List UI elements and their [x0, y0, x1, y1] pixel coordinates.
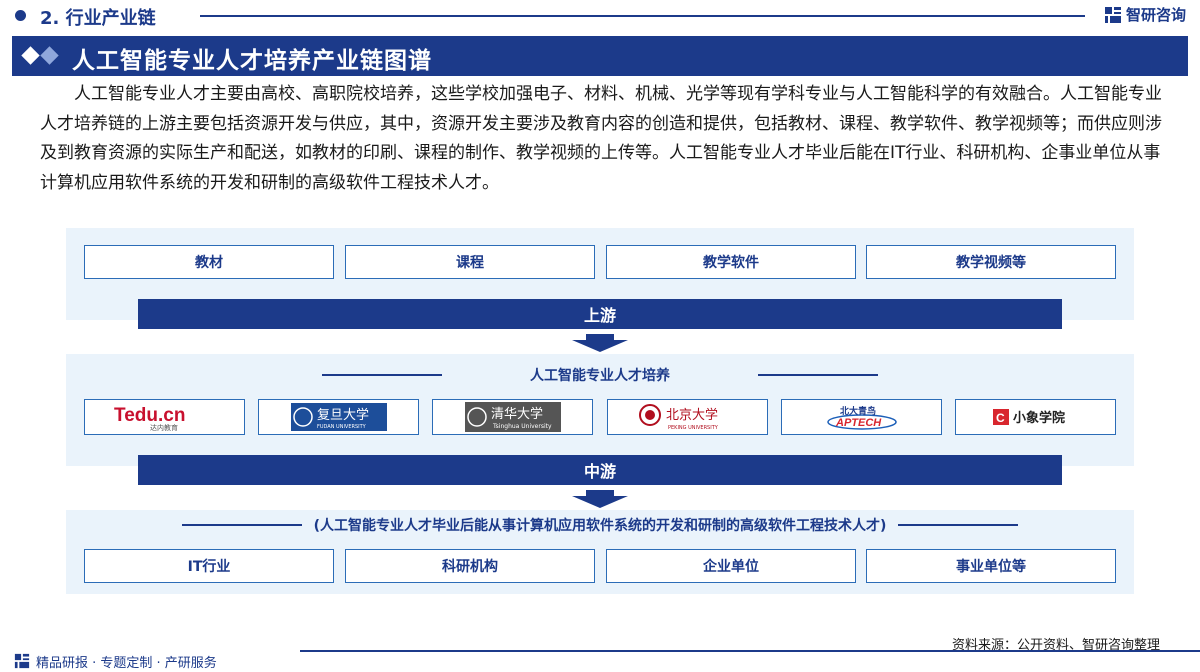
upstream-item: 教材: [84, 245, 334, 279]
footer: 精品研报 · 专题定制 · 产研服务: [0, 650, 1200, 672]
logo-tsinghua: 清华大学 Tsinghua University: [432, 399, 593, 435]
upstream-item: 课程: [345, 245, 595, 279]
diamond-icon: [21, 46, 59, 65]
top-bar: 2. 行业产业链 智研咨询: [0, 0, 1200, 32]
footer-rule: [300, 650, 1200, 652]
svg-text:北京大学: 北京大学: [666, 407, 718, 423]
xiaoxiang-logo-icon: C 小象学院: [992, 409, 1065, 426]
midstream-label: 中游: [138, 455, 1062, 485]
brand: 智研咨询: [1104, 4, 1186, 25]
svg-text:达内教育: 达内教育: [150, 423, 178, 432]
tedu-logo-icon: Tedu.cn 达内教育: [114, 405, 185, 432]
brand-name: 智研咨询: [1125, 6, 1186, 24]
tsinghua-logo-icon: 清华大学 Tsinghua University: [464, 402, 561, 432]
svg-text:FUDAN UNIVERSITY: FUDAN UNIVERSITY: [317, 424, 367, 430]
svg-text:北大青鸟: 北大青鸟: [840, 405, 876, 417]
logo-pku: 北京大学 PEKING UNIVERSITY: [607, 399, 768, 435]
downstream-header: (人工智能专业人才毕业后能从事计算机应用软件系统的开发和研制的高级软件工程技术人…: [66, 514, 1134, 536]
bullet-dot: [15, 10, 26, 21]
svg-text:Tsinghua University: Tsinghua University: [492, 423, 552, 430]
midstream-header-text: 人工智能专业人才培养: [530, 368, 670, 384]
logo-xiaoxiang: C 小象学院: [955, 399, 1116, 435]
logo-aptech: 北大青鸟 APTECH: [781, 399, 942, 435]
svg-text:复旦大学: 复旦大学: [317, 407, 369, 423]
upstream-item: 教学软件: [606, 245, 856, 279]
downstream-item: IT行业: [84, 549, 334, 583]
svg-text:PEKING UNIVERSITY: PEKING UNIVERSITY: [668, 425, 719, 431]
downstream-header-text: (人工智能专业人才毕业后能从事计算机应用软件系统的开发和研制的高级软件工程技术人…: [313, 518, 887, 534]
brand-logo-icon: [1104, 6, 1121, 23]
fudan-logo-icon: 复旦大学 FUDAN UNIVERSITY: [290, 403, 387, 431]
brand-logo-icon: [14, 653, 30, 669]
downstream-item: 科研机构: [345, 549, 595, 583]
downstream-item: 企业单位: [606, 549, 856, 583]
pku-logo-icon: 北京大学 PEKING UNIVERSITY: [638, 404, 719, 431]
title-band: 人工智能专业人才培养产业链图谱: [12, 36, 1188, 76]
svg-text:C: C: [996, 411, 1005, 425]
aptech-logo-icon: 北大青鸟 APTECH: [826, 405, 897, 430]
logo-tedu: Tedu.cn 达内教育: [84, 399, 245, 435]
svg-text:Tedu.cn: Tedu.cn: [114, 405, 185, 426]
upstream-item: 教学视频等: [866, 245, 1116, 279]
midstream-header: 人工智能专业人才培养: [66, 364, 1134, 386]
intro-paragraph: 人工智能专业人才主要由高校、高职院校培养，这些学校加强电子、材料、机械、光学等现…: [40, 84, 1162, 193]
svg-text:清华大学: 清华大学: [491, 406, 543, 422]
logo-fudan: 复旦大学 FUDAN UNIVERSITY: [258, 399, 419, 435]
downstream-item: 事业单位等: [866, 549, 1116, 583]
svg-text:APTECH: APTECH: [835, 417, 882, 429]
page-title: 人工智能专业人才培养产业链图谱: [72, 48, 432, 74]
header-rule: [200, 15, 1085, 17]
section-title: 2. 行业产业链: [40, 8, 156, 29]
svg-text:小象学院: 小象学院: [1013, 410, 1065, 426]
upstream-label: 上游: [138, 299, 1062, 329]
footer-text: 精品研报 · 专题定制 · 产研服务: [36, 656, 217, 671]
down-arrow-icon: [572, 490, 628, 508]
down-arrow-icon: [572, 334, 628, 352]
